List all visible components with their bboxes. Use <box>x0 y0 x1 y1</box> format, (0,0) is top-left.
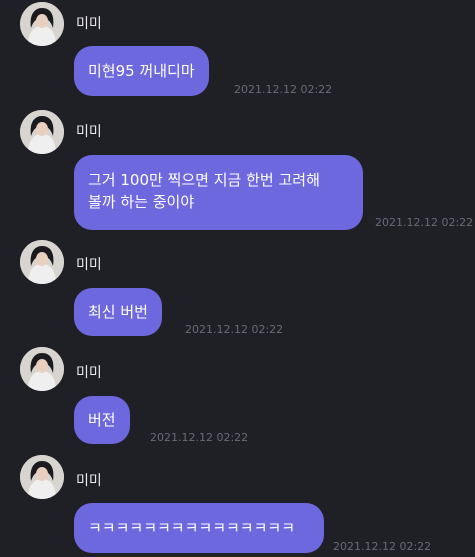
profile-photo-icon <box>20 2 64 46</box>
profile-photo-icon <box>20 240 64 284</box>
message-bubble[interactable]: 최신 버번 <box>74 288 162 336</box>
timestamp: 2021.12.12 02:22 <box>150 431 249 444</box>
message-bubble[interactable]: 그거 100만 찍으면 지금 한번 고려해 볼까 하는 중이야 <box>74 155 363 230</box>
profile-photo-icon <box>20 455 64 499</box>
message-text: 미현95 꺼내디마 <box>88 62 195 80</box>
timestamp: 2021.12.12 02:22 <box>185 323 284 336</box>
sender-name: 미미 <box>76 473 102 489</box>
profile-photo-icon <box>20 347 64 391</box>
message-bubble[interactable]: 버전 <box>74 396 130 444</box>
timestamp: 2021.12.12 02:22 <box>333 540 432 553</box>
message-bubble[interactable]: 미현95 꺼내디마 <box>74 46 209 96</box>
avatar[interactable] <box>20 240 64 284</box>
message-text-line: 그거 100만 찍으면 지금 한번 고려해 <box>88 171 320 189</box>
avatar[interactable] <box>20 110 64 154</box>
message-text: 버전 <box>88 411 116 429</box>
message-bubble[interactable]: ㅋㅋㅋㅋㅋㅋㅋㅋㅋㅋㅋㅋㅋㅋㅋ <box>74 503 324 553</box>
avatar[interactable] <box>20 2 64 46</box>
profile-photo-icon <box>20 110 64 154</box>
message-text: ㅋㅋㅋㅋㅋㅋㅋㅋㅋㅋㅋㅋㅋㅋㅋ <box>88 519 296 537</box>
avatar[interactable] <box>20 347 64 391</box>
sender-name: 미미 <box>76 365 102 381</box>
sender-name: 미미 <box>76 257 102 273</box>
message-text-line: 볼까 하는 중이야 <box>88 193 195 211</box>
avatar[interactable] <box>20 455 64 499</box>
message-text: 최신 버번 <box>88 303 148 321</box>
sender-name: 미미 <box>76 124 102 140</box>
timestamp: 2021.12.12 02:22 <box>375 216 474 229</box>
sender-name: 미미 <box>76 16 102 32</box>
timestamp: 2021.12.12 02:22 <box>234 83 333 96</box>
